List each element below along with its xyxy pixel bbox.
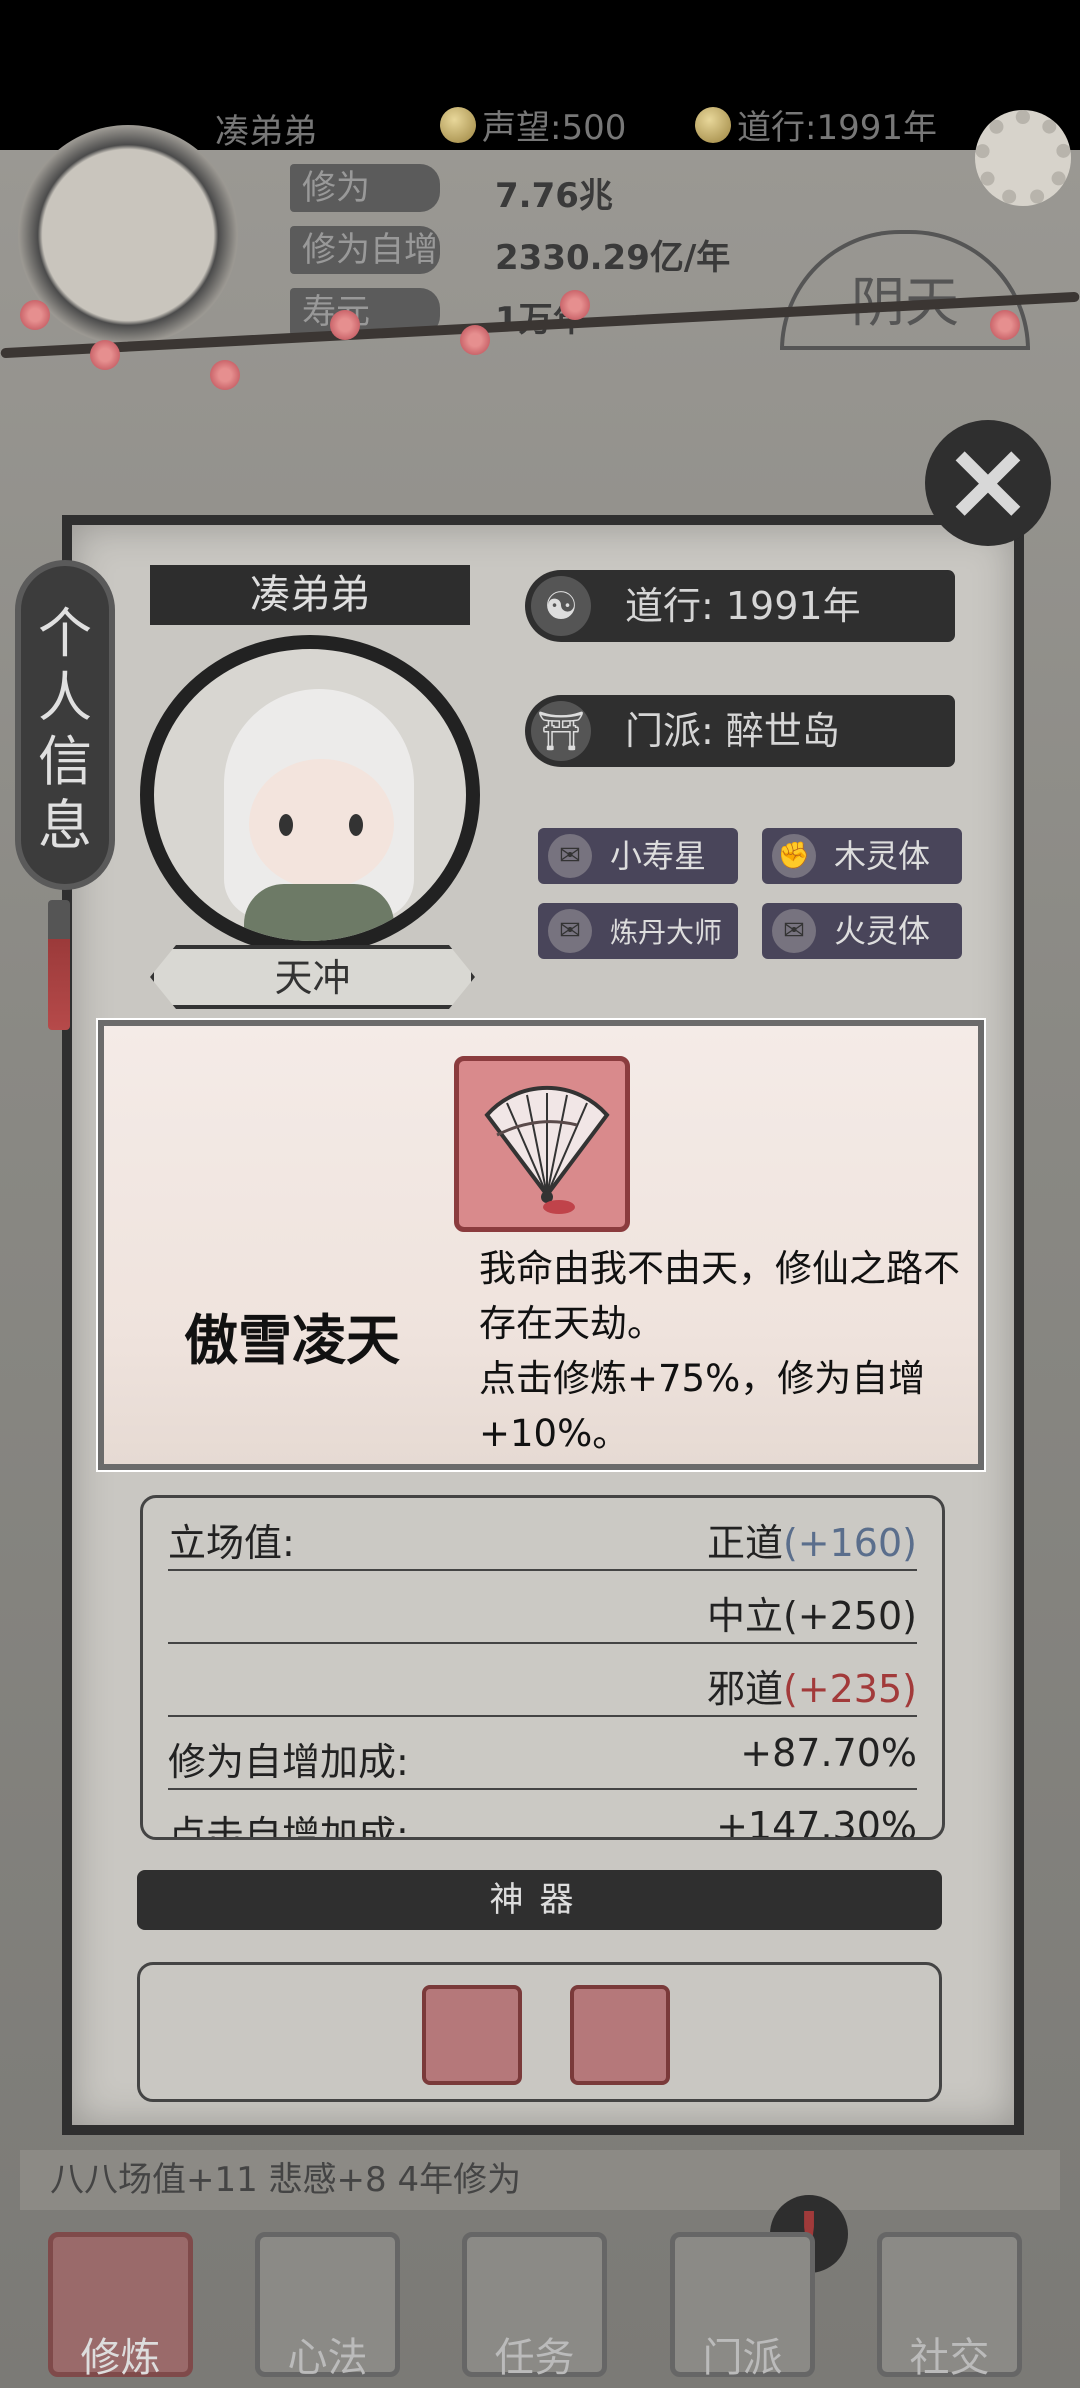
folding-fan-icon bbox=[454, 1056, 630, 1232]
nav-mind-method[interactable]: 心法 bbox=[255, 2232, 400, 2381]
daoxing-bar: ☯ 道行: 1991年 bbox=[525, 570, 955, 642]
hud-stat-label: 修为 bbox=[290, 164, 440, 212]
scroll-icon: ✉ bbox=[548, 834, 592, 878]
trait-label: 小寿星 bbox=[610, 837, 707, 875]
daoxing-text: 道行: 1991年 bbox=[625, 584, 861, 628]
yin-yang-icon: ☯ bbox=[531, 576, 591, 636]
relic-flavor-text: 我命由我不由天，修仙之路不存在天劫。 bbox=[479, 1247, 960, 1345]
relic-effect-text: 点击修炼+75%，修为自增+10%。 bbox=[479, 1357, 926, 1455]
hud-reputation-text: 声望:500 bbox=[482, 108, 627, 148]
blossom-icon bbox=[990, 310, 1020, 340]
player-portrait[interactable] bbox=[140, 635, 480, 955]
blossom-icon bbox=[560, 290, 590, 320]
trait-label: 木灵体 bbox=[834, 837, 931, 875]
sect-bar: ⛩ 门派: 醉世岛 bbox=[525, 695, 955, 767]
stat-name: 邪道 bbox=[706, 1667, 783, 1711]
stat-name: 正道 bbox=[706, 1521, 783, 1565]
stat-row: 立场值: 正道(+160) bbox=[168, 1498, 917, 1571]
tab-personal-info[interactable]: 个人信息 bbox=[15, 560, 115, 890]
temple-icon: ⛩ bbox=[531, 701, 591, 761]
stat-bonus: (+160) bbox=[782, 1521, 917, 1565]
stat-label: 点击自增加成: bbox=[168, 1813, 409, 1840]
relic-tooltip: 傲雪凌天 我命由我不由天，修仙之路不存在天劫。 点击修炼+75%，修为自增+10… bbox=[96, 1018, 986, 1472]
stat-value: 邪道(+235) bbox=[707, 1658, 917, 1713]
nav-label: 修炼 bbox=[80, 2335, 161, 2381]
hud-reputation: 声望:500 bbox=[440, 100, 626, 149]
blossom-icon bbox=[20, 300, 50, 330]
relic-description: 我命由我不由天，修仙之路不存在天劫。 点击修炼+75%，修为自增+10%。 bbox=[479, 1241, 979, 1461]
reputation-coin-icon bbox=[440, 106, 476, 143]
stat-row: 点击自增加成: +147.30% bbox=[168, 1790, 917, 1840]
stat-row: 邪道(+235) bbox=[168, 1644, 917, 1717]
stat-row: 修为自增加成: +87.70% bbox=[168, 1717, 917, 1790]
nav-label: 心法 bbox=[287, 2335, 368, 2381]
nav-label: 门派 bbox=[702, 2335, 783, 2381]
nav-sect[interactable]: 门派 bbox=[670, 2232, 815, 2381]
blossom-icon bbox=[90, 340, 120, 370]
plum-blossom-branch bbox=[0, 280, 1080, 400]
hud-daoxing: 道行:1991年 bbox=[695, 100, 937, 149]
settings-gear-icon[interactable] bbox=[975, 110, 1071, 206]
portrait-status-label: 天冲 bbox=[150, 945, 475, 1009]
relic-mirror-icon[interactable] bbox=[422, 1985, 522, 2085]
blossom-icon bbox=[210, 360, 240, 390]
stat-bonus: (+235) bbox=[782, 1667, 917, 1711]
relic-fan-icon[interactable] bbox=[570, 1985, 670, 2085]
hud-stat-label: 修为自增 bbox=[290, 226, 440, 274]
yin-yang-icon bbox=[695, 106, 731, 143]
trait-badge[interactable]: ✉ 炼丹大师 bbox=[538, 903, 738, 959]
hud-stat-value: 2330.29亿/年 bbox=[495, 238, 731, 278]
hud-stat-row: 修为自增 2330.29亿/年 bbox=[290, 222, 790, 284]
hud-player-name: 凑弟弟 bbox=[215, 112, 317, 152]
hud-daoxing-text: 道行:1991年 bbox=[737, 108, 937, 148]
nav-tasks[interactable]: 任务 bbox=[462, 2232, 607, 2381]
relic-section-header: 神器 bbox=[137, 1870, 942, 1930]
blossom-icon bbox=[460, 325, 490, 355]
nav-label: 任务 bbox=[494, 2335, 575, 2381]
portrait-face bbox=[249, 759, 394, 889]
trait-badge[interactable]: ✉ 火灵体 bbox=[762, 903, 962, 959]
portrait-eye bbox=[279, 814, 293, 836]
bottom-status-strip: 八八场值+11 悲感+8 4年修为 bbox=[20, 2150, 1060, 2210]
hud-stat-value: 7.76兆 bbox=[495, 176, 613, 216]
stat-value: 正道(+160) bbox=[707, 1512, 917, 1567]
tab-personal-info-label: 个人信息 bbox=[38, 602, 92, 857]
trait-badge[interactable]: ✉ 小寿星 bbox=[538, 828, 738, 884]
scroll-icon: ✉ bbox=[548, 909, 592, 953]
relic-title: 傲雪凌天 bbox=[184, 1309, 400, 1372]
nav-social[interactable]: 社交 bbox=[877, 2232, 1022, 2381]
trait-label: 炼丹大师 bbox=[610, 916, 723, 949]
stat-bonus: (+250) bbox=[782, 1594, 917, 1638]
fist-icon: ✊ bbox=[772, 834, 816, 878]
fan-graphic bbox=[484, 1085, 610, 1214]
blossom-icon bbox=[330, 310, 360, 340]
stat-value: +147.30% bbox=[716, 1804, 917, 1840]
trait-label: 火灵体 bbox=[834, 912, 931, 950]
player-name-banner: 凑弟弟 bbox=[150, 565, 470, 625]
stat-value: 中立(+250) bbox=[707, 1585, 917, 1640]
stat-label: 立场值: bbox=[168, 1521, 295, 1565]
stat-row: 中立(+250) bbox=[168, 1571, 917, 1644]
nav-label: 社交 bbox=[909, 2335, 990, 2381]
trait-badge[interactable]: ✊ 木灵体 bbox=[762, 828, 962, 884]
nav-cultivate[interactable]: 修炼 bbox=[48, 2232, 193, 2381]
relic-slots bbox=[137, 1962, 942, 2102]
stat-label: 修为自增加成: bbox=[168, 1740, 409, 1784]
stat-name: 中立 bbox=[706, 1594, 783, 1638]
tassel-ornament bbox=[48, 900, 70, 1030]
close-button[interactable]: × bbox=[925, 420, 1051, 546]
hud-stat-row: 修为 7.76兆 bbox=[290, 160, 790, 222]
scroll-icon: ✉ bbox=[772, 909, 816, 953]
portrait-eye bbox=[349, 814, 363, 836]
sect-text: 门派: 醉世岛 bbox=[625, 709, 840, 753]
branch-stem bbox=[0, 291, 1080, 359]
stance-stats-box[interactable]: 立场值: 正道(+160) 中立(+250) 邪道(+235) 修为自增加成: … bbox=[140, 1495, 945, 1840]
stat-value: +87.70% bbox=[740, 1731, 917, 1775]
